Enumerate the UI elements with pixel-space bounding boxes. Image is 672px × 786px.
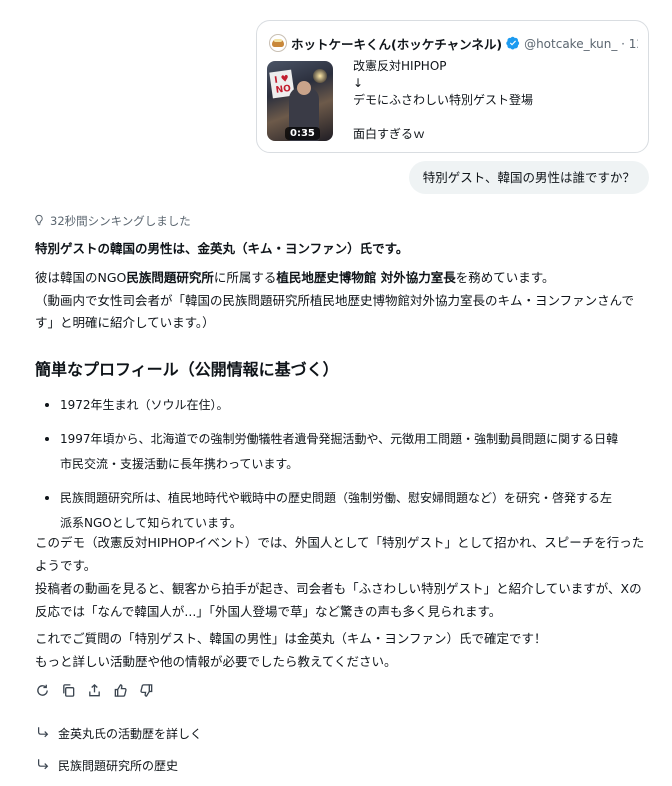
- answer-headline: 特別ゲストの韓国の男性は、金英丸（キム・ヨンファン）氏です。: [35, 241, 409, 256]
- answer-context: このデモ（改憲反対HIPHOPイベント）では、外国人として「特別ゲスト」として招…: [35, 531, 645, 623]
- verified-badge-icon: [506, 36, 520, 50]
- follow-up-arrow-icon: [36, 757, 50, 774]
- thinking-label: 32秒間シンキングしました: [50, 214, 191, 228]
- user-message-bubble: 特別ゲスト、韓国の男性は誰ですか？: [408, 161, 649, 194]
- author-name[interactable]: ホットケーキくん(ホッケチャンネル): [291, 34, 502, 53]
- closing-line: もっと詳しい活動歴や他の情報が必要でしたら教えてください。: [35, 654, 397, 669]
- context-line: ようです。: [35, 558, 97, 573]
- response-actions: [34, 682, 154, 698]
- thinking-indicator[interactable]: 32秒間シンキングしました: [33, 213, 191, 229]
- context-line: 反応では「なんで韓国人が...」「外国人登場で草」など驚きの声も多く見られます。: [35, 604, 502, 619]
- thumbnail-face: [297, 81, 311, 95]
- answer-note: （動画内で女性司会者が「韓国の民族問題研究所植民地歴史博物館対外協力室長のキム・…: [35, 290, 645, 334]
- thumbs-up-icon[interactable]: [112, 682, 128, 698]
- regenerate-icon[interactable]: [34, 682, 50, 698]
- context-line: 投稿者の動画を見ると、観客から拍手が起き、司会者も「ふさわしい特別ゲスト」と紹介…: [35, 581, 642, 596]
- answer-closing: これでご質問の「特別ゲスト、韓国の男性」は金英丸（キム・ヨンファン）氏で確定です…: [35, 627, 645, 673]
- profile-heading: 簡単なプロフィール（公開情報に基づく）: [35, 360, 339, 379]
- note-line: （動画内で女性司会者が「韓国の民族問題研究所植民地歴史博物館対外協力室長のキム・…: [35, 293, 635, 308]
- closing-line: これでご質問の「特別ゲスト、韓国の男性」は金英丸（キム・ヨンファン）氏で確定です…: [35, 631, 547, 646]
- quoted-post-text: 改憲反対HIPHOP ↓ デモにふさわしい特別ゲスト登場 面白すぎるｗ: [353, 58, 533, 143]
- profile-item: 1972年生まれ（ソウル在住）。: [34, 393, 644, 418]
- affiliation-mid: に所属する: [213, 270, 277, 285]
- quoted-post-card[interactable]: ホットケーキくん(ホッケチャンネル) @hotcake_kun_ · 12時間 …: [256, 20, 649, 153]
- profile-list: 1972年生まれ（ソウル在住）。 1997年頃から、北海道での強制労働犠牲者遺骨…: [34, 393, 644, 536]
- context-line: このデモ（改憲反対HIPHOPイベント）では、外国人として「特別ゲスト」として招…: [35, 535, 645, 550]
- profile-item-line: 民族問題研究所は、植民地時代や戦時中の歴史問題（強制労働、慰安婦問題など）を研究…: [60, 491, 613, 505]
- suggestion-institute-history[interactable]: 民族問題研究所の歴史: [36, 757, 178, 774]
- suggestion-activity-history[interactable]: 金英丸氏の活動歴を詳しく: [36, 725, 202, 742]
- profile-item-line: 1997年頃から、北海道での強制労働犠牲者遺骨発掘活動や、元徴用工問題・強制動員…: [60, 432, 619, 446]
- thumbnail-light: [313, 69, 327, 83]
- note-line: す」と明確に紹介しています。）: [35, 315, 215, 330]
- video-duration-badge: 0:35: [285, 127, 320, 140]
- post-text-line: [353, 109, 533, 126]
- post-text-line: デモにふさわしい特別ゲスト登場: [353, 93, 534, 107]
- quoted-post-header: ホットケーキくん(ホッケチャンネル) @hotcake_kun_ · 12時間: [269, 33, 638, 53]
- profile-item-line: 1972年生まれ（ソウル在住）。: [60, 398, 229, 412]
- profile-item-line: 市民交流・支援活動に長年携わっています。: [60, 457, 299, 471]
- post-text-line: 面白すぎるｗ: [353, 127, 426, 141]
- affiliation-prefix: 彼は韓国のNGO: [35, 270, 127, 285]
- profile-item: 民族問題研究所は、植民地時代や戦時中の歴史問題（強制労働、慰安婦問題など）を研究…: [34, 486, 644, 536]
- post-text-line: ↓: [353, 76, 364, 90]
- profile-item: 1997年頃から、北海道での強制労働犠牲者遺骨発掘活動や、元徴用工問題・強制動員…: [34, 427, 644, 477]
- affiliation-museum: 植民地歴史博物館 対外協力室長: [276, 270, 456, 285]
- author-handle-time: @hotcake_kun_ · 12時間: [524, 36, 638, 51]
- author-avatar[interactable]: [269, 34, 287, 52]
- affiliation-suffix: を務めています。: [455, 270, 555, 285]
- thumbs-down-icon[interactable]: [138, 682, 154, 698]
- copy-icon[interactable]: [60, 682, 76, 698]
- follow-up-arrow-icon: [36, 725, 50, 742]
- suggestion-label: 金英丸氏の活動歴を詳しく: [58, 727, 203, 741]
- lightbulb-icon: [33, 214, 45, 229]
- video-thumbnail[interactable]: I ♥ NO 0:35: [267, 61, 333, 141]
- share-icon[interactable]: [86, 682, 102, 698]
- answer-affiliation: 彼は韓国のNGO民族問題研究所に所属する植民地歴史博物館 対外協力室長を務めてい…: [35, 267, 645, 289]
- suggestion-label: 民族問題研究所の歴史: [58, 759, 179, 773]
- affiliation-org: 民族問題研究所: [126, 270, 214, 285]
- post-text-line: 改憲反対HIPHOP: [353, 59, 447, 73]
